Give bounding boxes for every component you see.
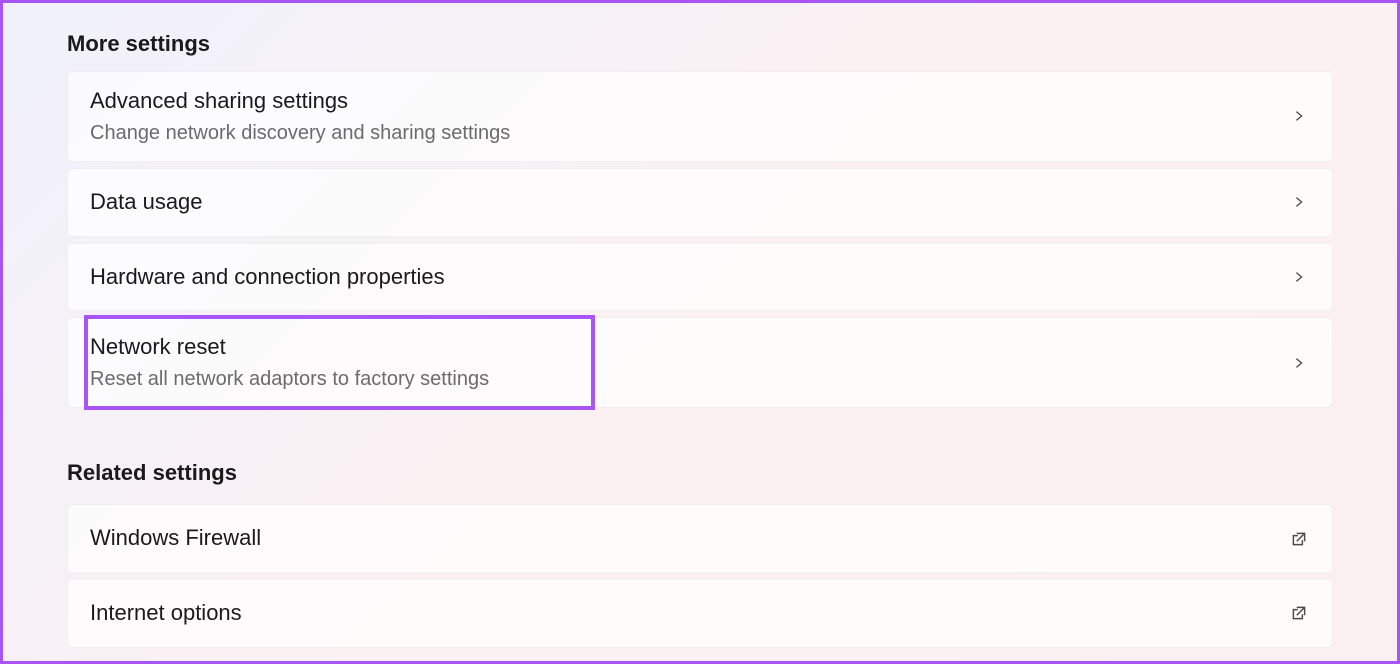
card-content: Advanced sharing settings Change network… — [90, 86, 510, 147]
external-link-icon — [1290, 530, 1308, 548]
card-content: Internet options — [90, 598, 242, 629]
chevron-right-icon — [1292, 195, 1306, 209]
related-settings-header: Related settings — [67, 460, 1333, 486]
card-content: Network reset Reset all network adaptors… — [90, 332, 489, 393]
card-title: Data usage — [90, 187, 203, 218]
data-usage-card[interactable]: Data usage — [67, 168, 1333, 237]
chevron-right-icon — [1292, 356, 1306, 370]
card-title: Advanced sharing settings — [90, 86, 510, 117]
card-content: Data usage — [90, 187, 203, 218]
card-title: Network reset — [90, 332, 489, 363]
advanced-sharing-settings-card[interactable]: Advanced sharing settings Change network… — [67, 71, 1333, 162]
hardware-connection-properties-card[interactable]: Hardware and connection properties — [67, 243, 1333, 312]
card-title: Internet options — [90, 598, 242, 629]
windows-firewall-card[interactable]: Windows Firewall — [67, 504, 1333, 573]
chevron-right-icon — [1292, 109, 1306, 123]
chevron-right-icon — [1292, 270, 1306, 284]
card-subtitle: Change network discovery and sharing set… — [90, 119, 510, 147]
network-reset-card[interactable]: Network reset Reset all network adaptors… — [67, 317, 1333, 408]
more-settings-header: More settings — [67, 31, 1333, 57]
card-content: Hardware and connection properties — [90, 262, 445, 293]
card-content: Windows Firewall — [90, 523, 261, 554]
card-subtitle: Reset all network adaptors to factory se… — [90, 365, 489, 393]
internet-options-card[interactable]: Internet options — [67, 579, 1333, 648]
card-title: Windows Firewall — [90, 523, 261, 554]
card-title: Hardware and connection properties — [90, 262, 445, 293]
external-link-icon — [1290, 604, 1308, 622]
